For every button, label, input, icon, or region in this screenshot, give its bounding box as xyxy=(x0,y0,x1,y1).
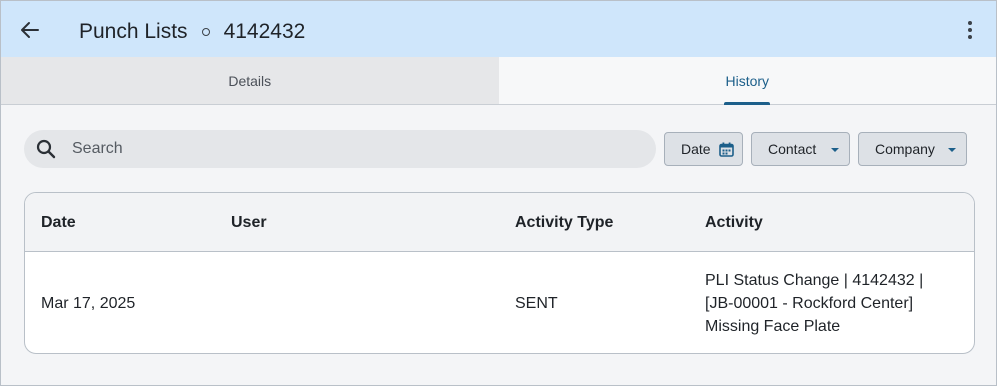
caret-down-icon xyxy=(831,148,839,152)
date-filter-button[interactable]: Date xyxy=(664,132,743,166)
page-title-text: Punch Lists xyxy=(79,20,188,43)
column-header-label: Activity xyxy=(705,214,763,231)
column-header-activity-type[interactable]: Activity Type xyxy=(515,214,613,232)
more-options-button[interactable] xyxy=(958,15,982,45)
tab-history[interactable]: History xyxy=(498,57,996,105)
more-vert-dot xyxy=(968,28,972,32)
more-vert-dot xyxy=(968,35,972,39)
column-header-label: User xyxy=(231,214,267,231)
caret-down-icon xyxy=(948,148,956,152)
table-header: Date User Activity Type Activity xyxy=(25,193,974,252)
cell-activity: PLI Status Change | 4142432 | [JB-00001 … xyxy=(705,272,924,335)
app-window: Punch Lists 4142432 Details History Date xyxy=(0,0,997,386)
contact-filter-label: Contact xyxy=(768,141,817,157)
column-header-label: Date xyxy=(41,214,76,231)
search-bar xyxy=(24,130,656,168)
tab-details[interactable]: Details xyxy=(1,57,499,104)
cell-date: Mar 17, 2025 xyxy=(41,295,136,312)
separator-dot xyxy=(201,28,210,36)
back-button[interactable] xyxy=(15,15,45,45)
column-header-label: Activity Type xyxy=(515,214,614,231)
table-row[interactable]: Mar 17, 2025 SENT PLI Status Change | 41… xyxy=(25,253,974,353)
date-filter-label: Date xyxy=(681,141,711,157)
tab-history-label: History xyxy=(725,72,770,89)
column-header-date[interactable]: Date xyxy=(41,214,76,232)
more-vert-icon xyxy=(968,21,972,25)
column-header-user[interactable]: User xyxy=(231,214,267,232)
column-header-activity[interactable]: Activity xyxy=(705,214,955,232)
arrow-left-icon xyxy=(21,22,39,38)
tab-details-label: Details xyxy=(228,72,272,89)
record-id: 4142432 xyxy=(223,20,306,43)
page-title: Punch Lists 4142432 xyxy=(79,17,305,47)
contact-filter-button[interactable]: Contact xyxy=(751,132,850,166)
search-input[interactable] xyxy=(72,130,632,168)
app-header: Punch Lists 4142432 xyxy=(1,1,996,57)
cell-activity-type: SENT xyxy=(515,295,558,312)
company-filter-button[interactable]: Company xyxy=(858,132,967,166)
company-filter-label: Company xyxy=(875,141,935,157)
search-icon xyxy=(36,139,56,159)
active-tab-indicator xyxy=(724,102,771,105)
tab-bar: Details History xyxy=(1,57,996,105)
calendar-icon xyxy=(719,142,734,157)
history-table: Date User Activity Type Activity Mar 17,… xyxy=(24,192,975,354)
